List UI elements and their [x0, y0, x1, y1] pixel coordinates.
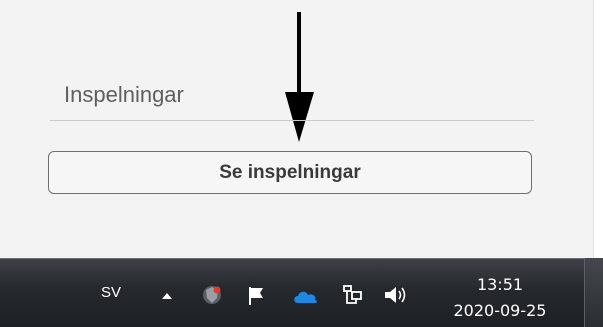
clock-date: 2020-09-25	[453, 301, 547, 320]
black-arrow-down-icon	[285, 12, 314, 142]
language-indicator[interactable]: SV	[101, 284, 121, 301]
chevron-up-icon[interactable]	[161, 291, 173, 301]
system-clock[interactable]: 13:51 2020-09-25	[448, 272, 552, 324]
taskbar: SV 13:51 2020-09-25	[0, 258, 603, 327]
network-icon[interactable]	[340, 283, 364, 307]
onedrive-cloud-icon[interactable]	[291, 287, 319, 305]
clock-time: 13:51	[476, 275, 524, 294]
security-shield-icon[interactable]	[200, 284, 224, 306]
volume-icon[interactable]	[383, 284, 409, 306]
show-desktop-button[interactable]	[584, 258, 603, 327]
section-title: Inspelningar	[64, 82, 184, 107]
window-edge	[593, 0, 603, 258]
action-center-flag-icon[interactable]	[246, 285, 268, 307]
divider	[50, 120, 534, 121]
view-recordings-button[interactable]: Se inspelningar	[48, 151, 532, 194]
